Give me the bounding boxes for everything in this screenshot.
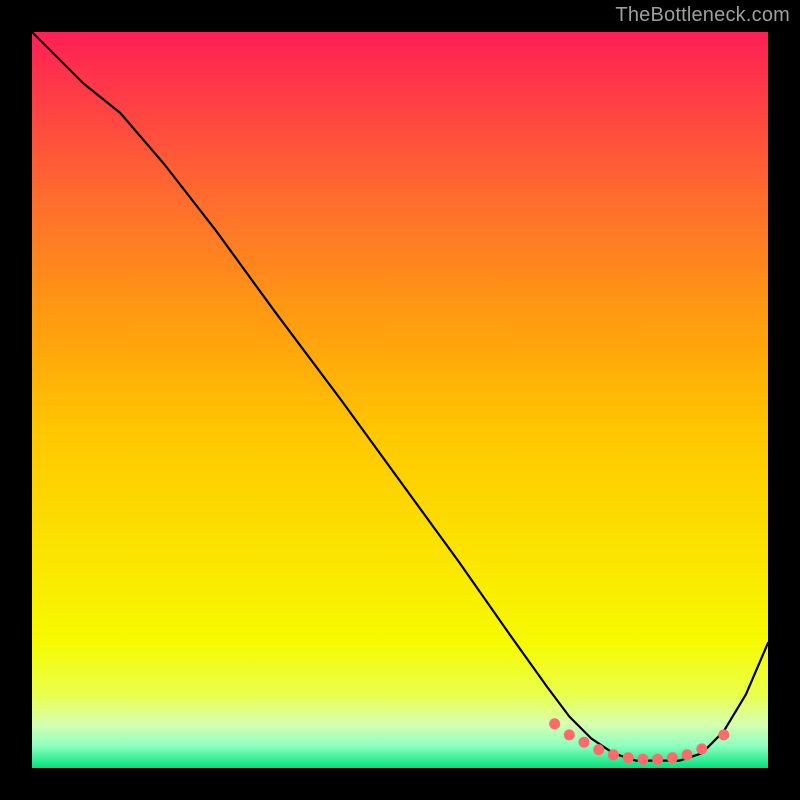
optimum-marker — [594, 745, 604, 755]
optimum-marker — [579, 737, 589, 747]
optimum-marker — [667, 753, 677, 763]
optimum-marker — [550, 719, 560, 729]
chart-svg — [30, 30, 770, 770]
optimum-marker — [719, 730, 729, 740]
optimum-marker — [564, 730, 574, 740]
optimum-marker-group — [550, 719, 729, 764]
optimum-marker — [638, 754, 648, 764]
plot-frame — [30, 30, 770, 770]
optimum-marker — [697, 744, 707, 754]
optimum-marker — [623, 753, 633, 763]
chart-stage: TheBottleneck.com — [0, 0, 800, 800]
optimum-marker — [653, 754, 663, 764]
watermark-text: TheBottleneck.com — [615, 4, 790, 27]
bottleneck-curve — [32, 32, 768, 761]
optimum-marker — [682, 750, 692, 760]
optimum-marker — [608, 750, 618, 760]
